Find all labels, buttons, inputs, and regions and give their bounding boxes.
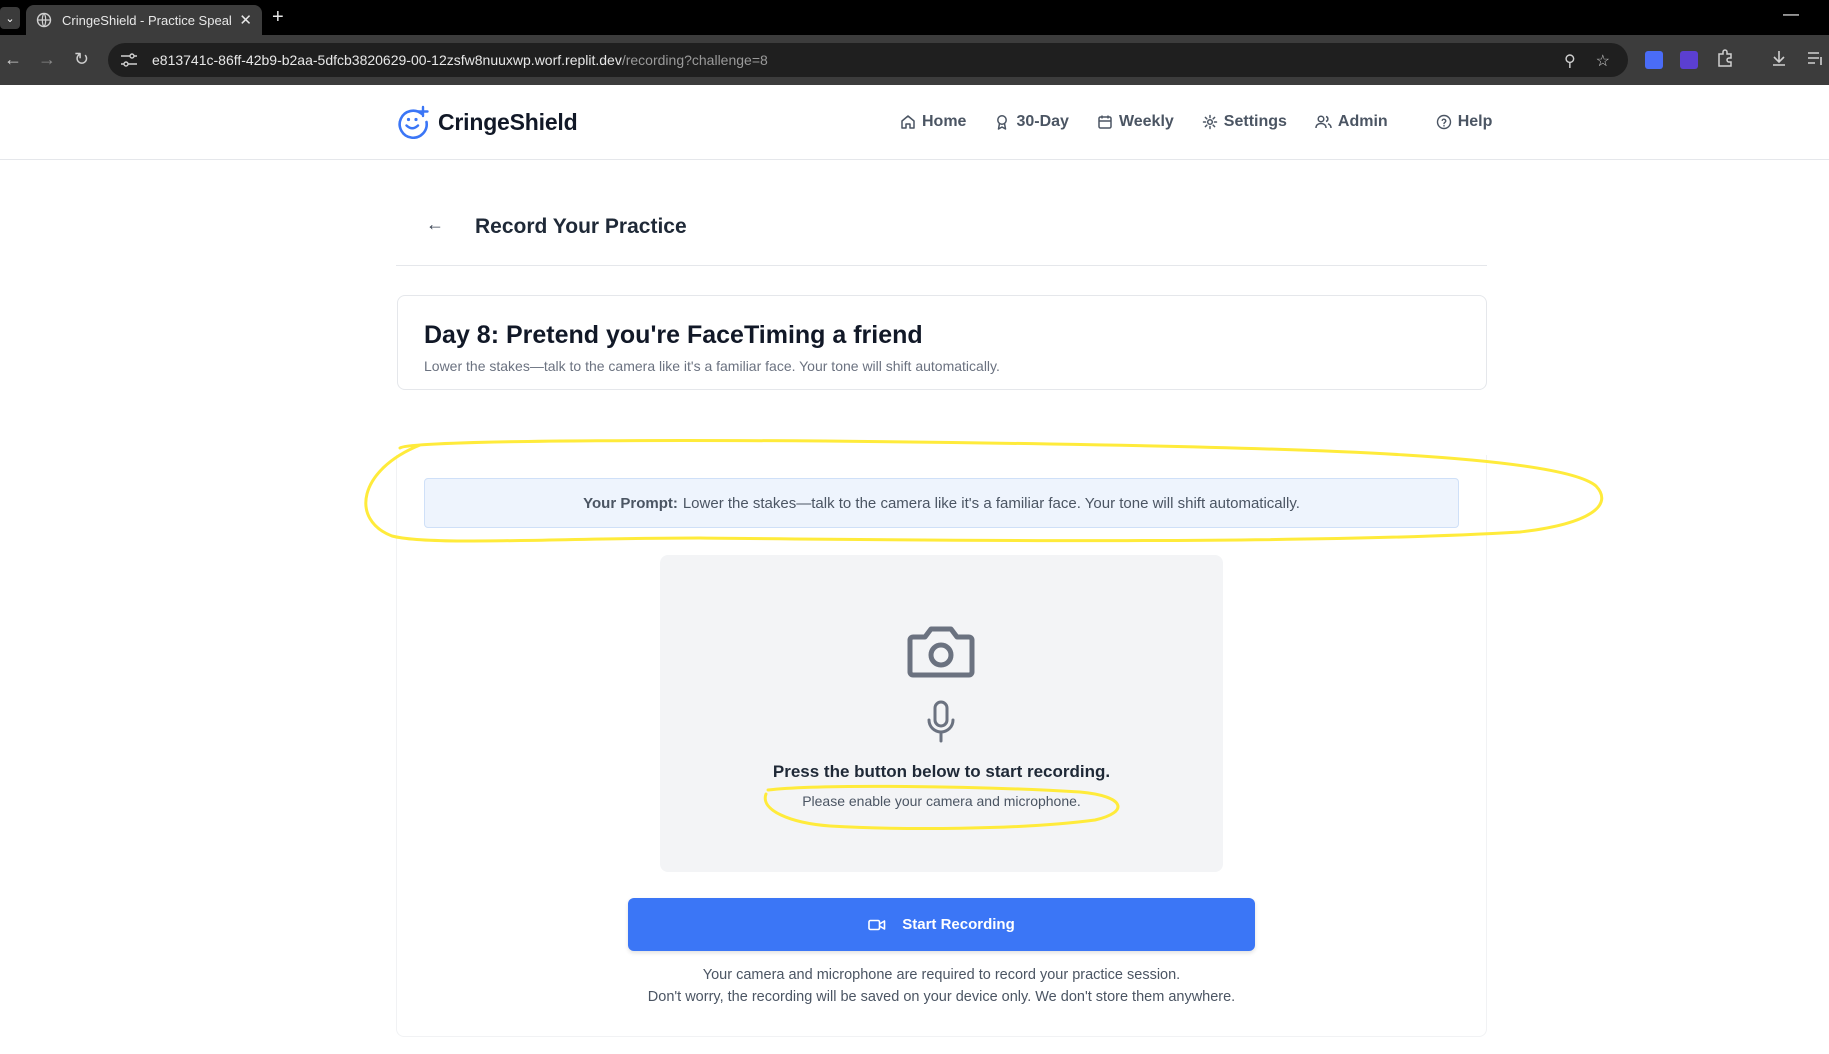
nav-item-label: Settings (1223, 113, 1287, 130)
microphone-icon (927, 700, 955, 743)
challenge-description: Lower the stakes—talk to the camera like… (424, 358, 1000, 374)
back-arrow-icon[interactable]: ← (426, 214, 444, 235)
zoom-icon[interactable]: ⚲ (1564, 51, 1576, 71)
bookmark-star-icon[interactable]: ☆ (1596, 51, 1610, 71)
home-icon (901, 115, 915, 129)
main-nav: Home 30-Day Weekly Settings Admin Help (900, 113, 1492, 131)
award-icon (997, 115, 1008, 130)
url-host: e813741c-86ff-42b9-b2aa-5dfcb3820629-00-… (152, 52, 622, 68)
browser-tabstrip: ⌄ CringeShield - Practice Speakin ✕ + — (0, 0, 1829, 35)
privacy-note: Don't worry, the recording will be saved… (647, 989, 1236, 1005)
tab-title: CringeShield - Practice Speakin (62, 12, 232, 28)
download-icon[interactable] (1770, 49, 1788, 67)
start-recording-button[interactable]: Start Recording (628, 898, 1255, 951)
globe-icon (36, 12, 52, 28)
nav-item-label: Home (922, 113, 967, 130)
calendar-icon (1098, 115, 1112, 129)
reading-list-icon[interactable] (1806, 49, 1824, 67)
nav-item-label: 30-Day (1016, 113, 1069, 130)
challenge-card: Day 8: Pretend you're FaceTiming a frien… (397, 295, 1487, 390)
preview-permission-note: Please enable your camera and microphone… (802, 793, 1081, 809)
tab-search-chevron-icon[interactable]: ⌄ (0, 7, 20, 29)
help-circle-icon (1436, 114, 1451, 130)
nav-item-help[interactable]: Help (1436, 113, 1493, 131)
logo[interactable]: CringeShield (396, 105, 578, 139)
nav-item-30-day[interactable]: 30-Day (994, 113, 1069, 131)
nav-item-weekly[interactable]: Weekly (1097, 113, 1174, 131)
extension-icon[interactable] (1680, 51, 1698, 69)
minimize-button[interactable]: — (1783, 6, 1799, 24)
browser-toolbar: ← → ↻ e813741c-86ff-42b9-b2aa-5dfcb38206… (0, 35, 1829, 85)
logo-text: CringeShield (438, 108, 578, 135)
extension-icon[interactable] (1645, 51, 1663, 69)
video-camera-icon (868, 919, 886, 930)
back-button[interactable]: ← (4, 50, 22, 68)
users-icon (1315, 115, 1332, 129)
prompt-box: Your Prompt: Lower the stakes—talk to th… (424, 478, 1459, 528)
challenge-title: Day 8: Pretend you're FaceTiming a frien… (424, 321, 923, 349)
nav-item-label: Help (1457, 113, 1493, 130)
address-bar[interactable]: e813741c-86ff-42b9-b2aa-5dfcb3820629-00-… (108, 43, 1628, 77)
nav-item-settings[interactable]: Settings (1202, 113, 1287, 131)
nav-item-admin[interactable]: Admin (1315, 113, 1388, 131)
reload-button[interactable]: ↻ (74, 50, 89, 68)
url-path: /recording?challenge=8 (621, 52, 768, 68)
smile-plus-icon (398, 105, 429, 139)
requirement-note: Your camera and microphone are required … (702, 967, 1181, 983)
extensions-puzzle-icon[interactable] (1716, 49, 1734, 67)
app-header: CringeShield Home 30-Day Weekly Settings… (0, 85, 1829, 160)
prompt-text: Lower the stakes—talk to the camera like… (682, 494, 1300, 512)
browser-tab[interactable]: CringeShield - Practice Speakin ✕ (26, 5, 262, 35)
page-title: Record Your Practice (475, 215, 687, 238)
forward-button[interactable]: → (38, 50, 56, 68)
preview-instruction: Press the button below to start recordin… (772, 762, 1111, 781)
camera-preview: Press the button below to start recordin… (660, 555, 1223, 872)
nav-item-label: Admin (1337, 113, 1388, 130)
prompt-label: Your Prompt: (583, 494, 678, 512)
start-recording-label: Start Recording (902, 916, 1015, 933)
new-tab-button[interactable]: + (272, 6, 284, 29)
page-header: ← Record Your Practice (396, 202, 1487, 266)
gear-icon (1202, 114, 1218, 130)
tab-close-icon[interactable]: ✕ (239, 11, 252, 29)
site-settings-icon[interactable] (120, 53, 138, 67)
nav-item-home[interactable]: Home (900, 113, 966, 131)
nav-item-label: Weekly (1118, 113, 1174, 130)
camera-icon (907, 626, 975, 678)
